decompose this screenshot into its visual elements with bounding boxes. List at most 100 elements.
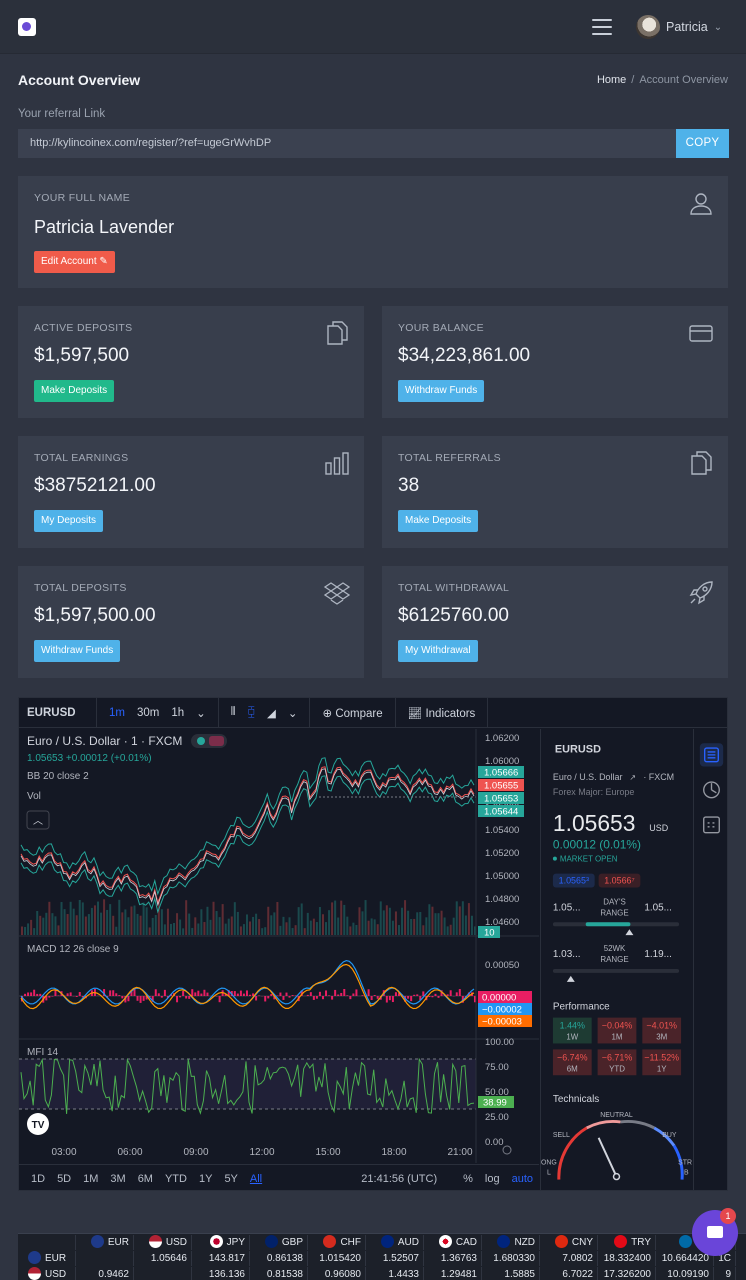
macd-histogram-bar bbox=[282, 996, 285, 1000]
fx-cell[interactable]: 1.5885 bbox=[482, 1267, 540, 1280]
fx-cell[interactable]: 6.7022 bbox=[540, 1267, 598, 1280]
fx-cell[interactable]: 1.4433 bbox=[366, 1267, 424, 1280]
range-6m[interactable]: 6M bbox=[132, 1173, 159, 1185]
copy-button[interactable]: COPY bbox=[676, 129, 729, 158]
trading-widget: EURUSD 1m 30m 1h ⌄ ⫴ ⧮ ◢ ⌄ ⊕ Compare 📈︎ … bbox=[18, 697, 728, 1191]
candle-style-icon[interactable]: ⧮ bbox=[242, 706, 261, 719]
compare-button[interactable]: ⊕ Compare bbox=[316, 706, 388, 720]
time-axis-label: 18:00 bbox=[381, 1147, 406, 1158]
overview-price: 1.05653 bbox=[553, 810, 636, 836]
volume-bar bbox=[416, 912, 419, 935]
fx-cell[interactable]: 1.52507 bbox=[366, 1251, 424, 1266]
performance-value: −6.71% bbox=[602, 1052, 633, 1062]
macd-histogram-bar bbox=[191, 989, 194, 996]
edit-account-button[interactable]: Edit Account ✎ bbox=[34, 251, 115, 273]
macd-histogram-bar bbox=[176, 996, 179, 1003]
range-1d[interactable]: 1D bbox=[25, 1173, 51, 1185]
card-label: TOTAL EARNINGS bbox=[34, 452, 129, 464]
timeframe-1h[interactable]: 1h bbox=[165, 707, 190, 719]
fx-cell[interactable]: 0.81538 bbox=[250, 1267, 308, 1280]
macd-histogram-bar bbox=[133, 989, 136, 996]
balance-card: YOUR BALANCE $34,223,861.00 Withdraw Fun… bbox=[382, 306, 728, 418]
fx-cell[interactable]: 1.29481 bbox=[424, 1267, 482, 1280]
make-deposits-button[interactable]: Make Deposits bbox=[398, 510, 479, 532]
fx-cell[interactable]: 10.09190 bbox=[656, 1267, 714, 1280]
volume-bar bbox=[245, 914, 248, 935]
fx-cell[interactable]: 136.136 bbox=[192, 1267, 250, 1280]
area-style-icon[interactable]: ◢ bbox=[261, 706, 282, 720]
timeframe-30m[interactable]: 30m bbox=[131, 707, 165, 719]
auto-toggle[interactable]: auto bbox=[506, 1173, 539, 1185]
range-1m[interactable]: 1M bbox=[77, 1173, 104, 1185]
fx-cell[interactable]: 0.9462 bbox=[76, 1267, 134, 1280]
my-withdrawal-button[interactable]: My Withdrawal bbox=[398, 640, 478, 662]
withdraw-funds-button[interactable]: Withdraw Funds bbox=[398, 380, 485, 402]
logo[interactable] bbox=[18, 18, 36, 36]
card-label: TOTAL DEPOSITS bbox=[34, 582, 127, 594]
fx-cell[interactable]: 9 bbox=[714, 1267, 736, 1280]
referral-link-field[interactable]: http://kylincoinex.com/register/?ref=uge… bbox=[18, 129, 676, 158]
performance-value: −6.74% bbox=[557, 1052, 588, 1062]
volume-bar bbox=[145, 907, 148, 935]
utc-clock[interactable]: 21:41:56 (UTC) bbox=[355, 1173, 443, 1185]
fx-cell[interactable]: 18.332400 bbox=[598, 1251, 656, 1266]
calendar-icon[interactable] bbox=[703, 816, 720, 834]
volume-bar bbox=[312, 918, 315, 935]
fx-cell[interactable]: 17.326200 bbox=[598, 1267, 656, 1280]
my-deposits-button[interactable]: My Deposits bbox=[34, 510, 104, 532]
volume-bar bbox=[349, 926, 352, 935]
range-5y[interactable]: 5Y bbox=[218, 1173, 243, 1185]
fx-cell[interactable]: 0.86138 bbox=[250, 1251, 308, 1266]
breadcrumb-home[interactable]: Home bbox=[597, 74, 626, 86]
fx-cell[interactable] bbox=[76, 1251, 134, 1266]
volume-bar bbox=[194, 917, 197, 935]
macd-histogram-bar bbox=[434, 993, 437, 996]
symbol-selector[interactable]: EURUSD bbox=[19, 698, 97, 728]
fx-cell[interactable]: 143.817 bbox=[192, 1251, 250, 1266]
macd-histogram-bar bbox=[321, 996, 324, 1000]
fx-cell[interactable]: 1.015420 bbox=[308, 1251, 366, 1266]
range-all[interactable]: All bbox=[244, 1173, 268, 1185]
time-axis-label: 03:00 bbox=[51, 1147, 76, 1158]
price-chart[interactable]: Euro / U.S. Dollar · 1 · FXCM 1.05653 +0… bbox=[19, 729, 539, 1163]
volume-bar bbox=[401, 907, 404, 935]
fx-cell[interactable]: 1.36763 bbox=[424, 1251, 482, 1266]
macd-histogram-bar bbox=[115, 993, 118, 996]
volume-bar bbox=[297, 907, 300, 935]
chevron-down-icon[interactable]: ⌄ bbox=[282, 706, 304, 720]
macd-histogram-bar bbox=[312, 996, 315, 1000]
log-toggle[interactable]: log bbox=[479, 1173, 506, 1185]
volume-bar bbox=[382, 910, 385, 935]
flag-eu-icon bbox=[90, 1235, 104, 1248]
clock-icon[interactable] bbox=[703, 781, 720, 799]
fx-cell[interactable]: 0.96080 bbox=[308, 1267, 366, 1280]
menu-icon[interactable] bbox=[592, 19, 612, 35]
fx-cell[interactable]: 1.05646 bbox=[134, 1251, 192, 1266]
card-label: ACTIVE DEPOSITS bbox=[34, 322, 133, 334]
withdraw-funds-button[interactable]: Withdraw Funds bbox=[34, 640, 121, 662]
timeframe-1m[interactable]: 1m bbox=[103, 707, 131, 719]
user-menu[interactable]: Patricia ⌄ bbox=[636, 15, 722, 39]
range-5d[interactable]: 5D bbox=[51, 1173, 77, 1185]
macd-histogram-bar bbox=[218, 996, 221, 1003]
fx-cell[interactable] bbox=[134, 1267, 192, 1280]
market-status: MARKET OPEN bbox=[560, 855, 618, 864]
range-ytd[interactable]: YTD bbox=[159, 1173, 193, 1185]
fx-cell[interactable]: 7.0802 bbox=[540, 1251, 598, 1266]
user-icon bbox=[690, 193, 712, 215]
indicators-button[interactable]: 📈︎ Indicators bbox=[402, 706, 482, 720]
macd-histogram-bar bbox=[200, 993, 203, 996]
bar-style-icon[interactable]: ⫴ bbox=[225, 706, 242, 719]
chevron-down-icon[interactable]: ⌄ bbox=[190, 706, 212, 720]
range-1y[interactable]: 1Y bbox=[193, 1173, 218, 1185]
macd-histogram-bar bbox=[428, 996, 431, 998]
macd-histogram-bar bbox=[109, 990, 112, 996]
percent-toggle[interactable]: % bbox=[457, 1173, 479, 1185]
fx-cell[interactable]: 1.680330 bbox=[482, 1251, 540, 1266]
macd-histogram-bar bbox=[157, 993, 160, 996]
day-range-fill bbox=[585, 922, 631, 927]
volume-bar bbox=[413, 918, 416, 935]
make-deposits-button[interactable]: Make Deposits bbox=[34, 380, 115, 402]
range-3m[interactable]: 3M bbox=[104, 1173, 131, 1185]
external-link-icon[interactable]: ↗ bbox=[629, 773, 636, 782]
